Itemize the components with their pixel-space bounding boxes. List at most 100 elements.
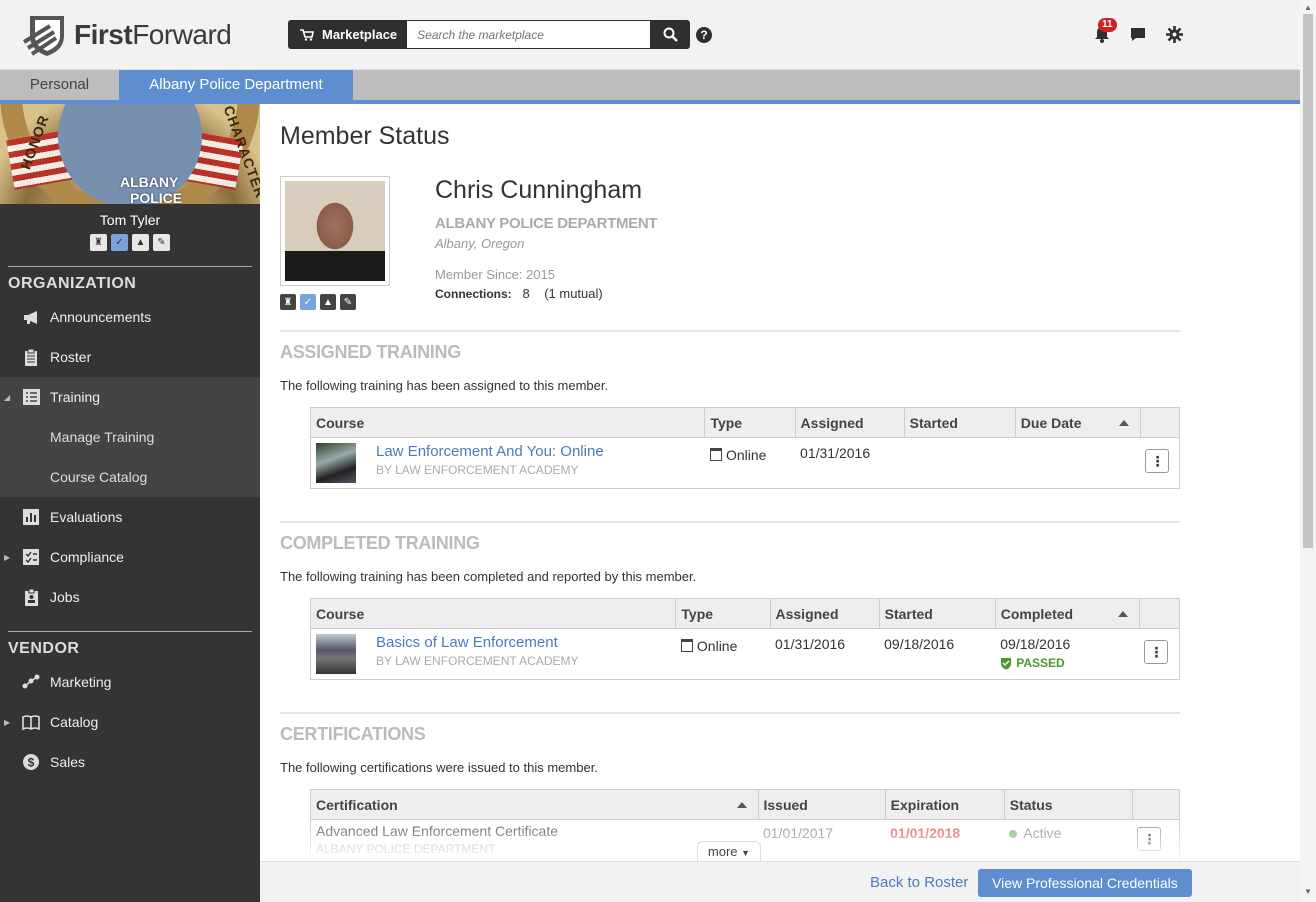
view-professional-credentials-button[interactable]: View Professional Credentials: [978, 869, 1192, 897]
row-actions-menu-button[interactable]: ⋮: [1145, 449, 1170, 473]
sidebar-section-organization: ORGANIZATION: [8, 275, 137, 292]
expiration-date: 01/01/2018: [890, 825, 961, 841]
column-header-certification[interactable]: Certification: [310, 789, 759, 820]
first-forward-logo[interactable]: FirstForward: [20, 12, 232, 58]
assigned-cell: 01/31/2016: [800, 445, 871, 461]
verified-shield-icon[interactable]: ✓: [300, 294, 316, 310]
help-icon[interactable]: ?: [696, 27, 712, 43]
completed-training-section: COMPLETED TRAINING The following trainin…: [280, 521, 1180, 680]
notification-count-badge: 11: [1098, 18, 1117, 32]
column-header-type[interactable]: Type: [704, 407, 796, 438]
scroll-down-icon[interactable]: ▼: [1304, 887, 1312, 896]
column-header-assigned[interactable]: Assigned: [770, 598, 880, 629]
column-header-course[interactable]: Course: [310, 407, 706, 438]
column-header-completed[interactable]: Completed: [995, 598, 1140, 629]
chevron-down-icon: ▼: [741, 848, 751, 858]
id-badge-icon: [22, 588, 40, 606]
sort-ascending-icon: [736, 801, 747, 808]
member-department[interactable]: ALBANY POLICE DEPARTMENT: [435, 215, 658, 232]
marketplace-button[interactable]: Marketplace: [288, 20, 408, 49]
sidebar-item-marketing[interactable]: Marketing: [0, 662, 260, 702]
messages-button[interactable]: [1128, 24, 1148, 44]
scrollbar-thumb[interactable]: [1303, 14, 1313, 548]
connections-mutual[interactable]: (1 mutual): [544, 286, 603, 301]
book-icon: [22, 713, 40, 731]
sidebar-item-announcements[interactable]: Announcements: [0, 297, 260, 337]
back-to-roster-link[interactable]: Back to Roster: [870, 874, 968, 891]
course-provider[interactable]: BY LAW ENFORCEMENT ACADEMY: [316, 654, 671, 668]
member-name: Chris Cunningham: [435, 176, 643, 204]
certification-name[interactable]: Advanced Law Enforcement Certificate: [316, 823, 753, 839]
clipboard-check-icon[interactable]: ✎: [340, 294, 356, 310]
graduation-cap-icon[interactable]: ▲: [132, 234, 149, 251]
megaphone-icon: [22, 308, 40, 326]
tab-albany-police-department[interactable]: Albany Police Department: [119, 70, 353, 100]
sidebar-subitem-manage-training[interactable]: Manage Training: [0, 417, 260, 457]
scroll-up-icon[interactable]: ▲: [1304, 3, 1312, 12]
column-header-started[interactable]: Started: [904, 407, 1016, 438]
actions-cell: ⋮: [1139, 629, 1179, 680]
checklist-icon: [22, 548, 40, 566]
notifications-button[interactable]: 11: [1092, 18, 1117, 44]
logo-text-bold: First: [74, 19, 133, 50]
member-avatar[interactable]: [280, 176, 390, 286]
column-header-status[interactable]: Status: [1004, 789, 1133, 820]
column-header-started[interactable]: Started: [879, 598, 996, 629]
clipboard-check-icon[interactable]: ✎: [153, 234, 170, 251]
course-provider[interactable]: BY LAW ENFORCEMENT ACADEMY: [316, 463, 700, 477]
search-button[interactable]: [650, 20, 691, 49]
online-course-icon: [709, 448, 722, 461]
settings-button[interactable]: [1164, 24, 1184, 44]
column-header-issued[interactable]: Issued: [758, 789, 886, 820]
course-link[interactable]: Law Enforcement And You: Online: [316, 443, 700, 460]
sort-ascending-icon: [1118, 419, 1129, 426]
connections-label: Connections:: [435, 287, 512, 301]
current-user-name[interactable]: Tom Tyler: [0, 212, 260, 228]
column-header-assigned[interactable]: Assigned: [795, 407, 905, 438]
page-title: Member Status: [280, 122, 450, 150]
member-since: Member Since: 2015: [435, 267, 555, 282]
sidebar-item-roster[interactable]: Roster: [0, 337, 260, 377]
sidebar-item-sales[interactable]: $ Sales: [0, 742, 260, 782]
started-cell: 09/18/2016: [884, 636, 955, 652]
sidebar-item-compliance[interactable]: ▶ Compliance: [0, 537, 260, 577]
cart-icon: [300, 28, 314, 41]
search-icon: [663, 27, 678, 42]
course-thumbnail[interactable]: [316, 634, 356, 674]
row-actions-menu-button[interactable]: ⋮: [1144, 640, 1169, 664]
started-cell: [904, 438, 1015, 489]
assigned-cell: 01/31/2016: [775, 636, 846, 652]
connections-count[interactable]: 8: [523, 286, 530, 301]
sidebar-item-jobs[interactable]: Jobs: [0, 577, 260, 617]
sidebar-item-label: Compliance: [50, 549, 124, 565]
graduation-cap-icon[interactable]: ▲: [320, 294, 336, 310]
page-scrollbar[interactable]: ▲ ▼: [1300, 0, 1316, 902]
caret-right-icon: ▶: [4, 552, 11, 562]
column-header-due-date[interactable]: Due Date: [1015, 407, 1141, 438]
column-header-course[interactable]: Course: [310, 598, 677, 629]
tab-personal[interactable]: Personal: [0, 70, 119, 100]
row-actions-menu-button[interactable]: ⋮: [1137, 827, 1162, 851]
more-toggle-button[interactable]: more ▼: [697, 841, 761, 861]
sidebar-section-vendor: VENDOR: [8, 640, 80, 657]
top-header: FirstForward Marketplace ? 11: [0, 0, 1300, 70]
sidebar-item-catalog[interactable]: ▶ Catalog: [0, 702, 260, 742]
dollar-icon: $: [22, 753, 40, 771]
id-badge-icon[interactable]: ♜: [280, 294, 296, 310]
sidebar-item-label: Catalog: [50, 714, 99, 730]
column-header-expiration[interactable]: Expiration: [885, 789, 1005, 820]
member-connections: Connections: 8 (1 mutual): [435, 286, 657, 301]
course-thumbnail[interactable]: [316, 443, 356, 483]
sidebar-item-evaluations[interactable]: Evaluations: [0, 497, 260, 537]
id-badge-icon[interactable]: ♜: [90, 234, 107, 251]
course-link[interactable]: Basics of Law Enforcement: [316, 634, 671, 651]
marketplace-search-input[interactable]: [407, 20, 651, 49]
online-course-icon: [680, 639, 693, 652]
verified-shield-icon[interactable]: ✓: [111, 234, 128, 251]
sidebar-subitem-course-catalog[interactable]: Course Catalog: [0, 457, 260, 497]
column-header-actions: [1139, 598, 1180, 629]
sidebar-item-label: Jobs: [50, 589, 80, 605]
clipboard-icon: [22, 348, 40, 366]
column-header-type[interactable]: Type: [675, 598, 771, 629]
sidebar-item-training[interactable]: ◢ Training: [0, 377, 260, 417]
